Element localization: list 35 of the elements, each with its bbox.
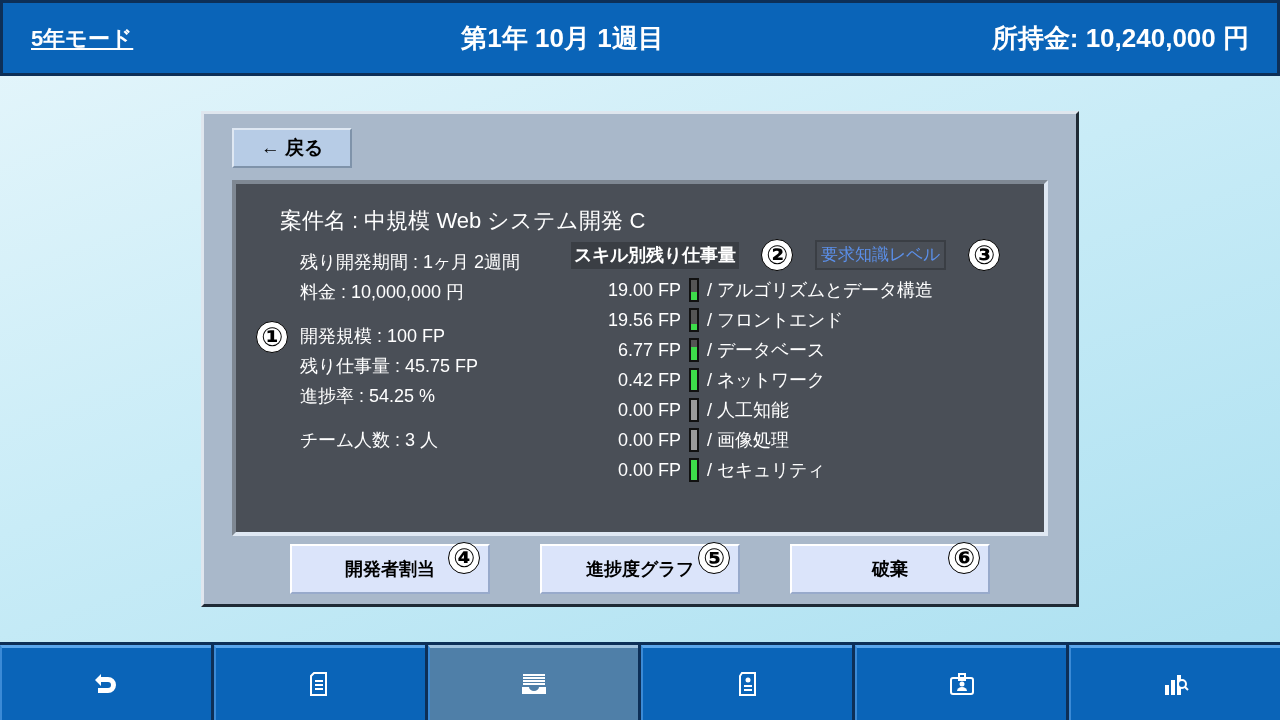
skill-name: / データベース [707,339,825,362]
skill-amount: 0.00 FP [616,429,681,452]
info-text: 開発規模 : 100 FP [300,325,447,348]
info-text: 残り開発期間 : 1ヶ月 2週間 [300,251,522,274]
nav-tab[interactable] [0,645,211,720]
mode-link[interactable]: 5年モード [31,21,134,55]
nav-tab[interactable] [1069,645,1280,720]
callout-number: ① [256,321,288,353]
skill-name: / 人工知能 [707,399,789,422]
back-button[interactable]: ← 戻る [232,128,352,168]
skill-name: / アルゴリズムとデータ構造 [707,279,933,302]
skill-amount: 0.42 FP [616,369,681,392]
nav-tab[interactable] [427,645,639,720]
section-heading: スキル別残り仕事量 [571,241,739,269]
skill-name: / セキュリティ [707,459,825,482]
info-text: 料金 : 10,000,000 円 [300,281,466,304]
info-text: 残り仕事量 : 45.75 FP [300,355,480,378]
project-name: 案件名 : 中規模 Web システム開発 C [280,207,647,235]
date-title: 第1年 10月 1週目 [461,21,664,55]
skill-amount: 0.00 FP [616,399,681,422]
skill-amount: 6.77 FP [616,339,681,362]
money-label: 所持金: 10,240,000 円 [991,21,1249,55]
nav-tab[interactable] [641,645,853,720]
nav-tab[interactable] [855,645,1067,720]
callout-number: ② [761,239,793,271]
skill-amount: 0.00 FP [616,459,681,482]
skill-name: / フロントエンド [707,309,843,332]
info-text: 進捗率 : 54.25 % [300,385,437,408]
skill-amount: 19.00 FP [606,279,681,302]
info-text: チーム人数 : 3 人 [300,429,439,452]
skill-name: / 画像処理 [707,429,789,452]
skill-name: / ネットワーク [707,369,825,392]
skill-amount: 19.56 FP [606,309,681,332]
nav-tab[interactable] [213,645,425,720]
callout-number: ③ [968,239,1000,271]
